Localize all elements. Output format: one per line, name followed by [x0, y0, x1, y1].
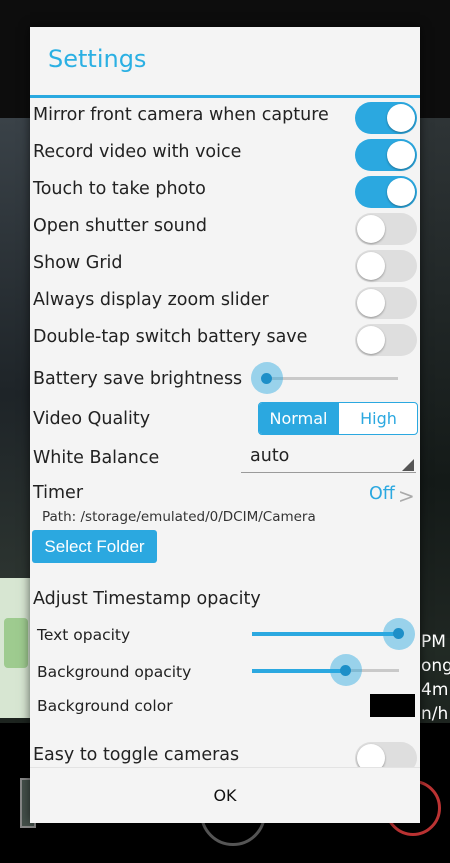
slider-thumb[interactable] — [340, 665, 351, 676]
switch-knob — [387, 178, 415, 206]
setting-record-voice: Record video with voice — [30, 136, 420, 173]
setting-label: Open shutter sound — [33, 216, 207, 236]
switch-knob — [387, 104, 415, 132]
touch-photo-switch[interactable] — [355, 176, 417, 208]
setting-label: Show Grid — [33, 253, 123, 273]
preview-tree-left — [0, 118, 30, 578]
ok-button[interactable]: OK — [180, 782, 270, 810]
dialog-footer: OK — [30, 767, 420, 823]
setting-mirror-front: Mirror front camera when capture — [30, 99, 420, 136]
overlay-line: 4m — [421, 680, 449, 700]
mirror-front-switch[interactable] — [355, 102, 417, 134]
title-divider — [30, 95, 420, 98]
timestamp-opacity-heading: Adjust Timestamp opacity — [33, 589, 261, 609]
background-color-label: Background color — [37, 697, 173, 715]
setting-touch-photo: Touch to take photo — [30, 173, 420, 210]
zoom-slider-switch[interactable] — [355, 287, 417, 319]
switch-knob — [357, 326, 385, 354]
switch-knob — [357, 252, 385, 280]
slider-thumb[interactable] — [393, 628, 404, 639]
overlay-text: PM ong 4m n/h — [420, 630, 450, 725]
switch-knob — [387, 141, 415, 169]
preview-tree-right — [420, 118, 450, 638]
text-opacity-label: Text opacity — [37, 626, 131, 644]
switch-knob — [357, 215, 385, 243]
white-balance-select[interactable]: auto — [250, 446, 289, 466]
setting-label: Easy to toggle cameras — [33, 745, 240, 765]
setting-battery-save: Double-tap switch battery save — [30, 321, 420, 358]
dialog-title: Settings — [48, 45, 147, 73]
chevron-right-icon[interactable]: > — [398, 484, 415, 508]
battery-save-switch[interactable] — [355, 324, 417, 356]
map-thumbnail — [0, 578, 30, 718]
video-quality-normal[interactable]: Normal — [259, 403, 338, 434]
select-folder-button[interactable]: Select Folder — [32, 530, 157, 563]
overlay-line: ong — [421, 656, 450, 676]
setting-label: Double-tap switch battery save — [33, 327, 308, 347]
setting-shutter-sound: Open shutter sound — [30, 210, 420, 247]
timer-label: Timer — [33, 483, 84, 503]
battery-brightness-track[interactable] — [267, 377, 398, 380]
video-quality-label: Video Quality — [33, 409, 151, 429]
video-quality-toggle: Normal High — [258, 402, 418, 435]
dropdown-caret-icon — [402, 459, 414, 471]
setting-show-grid: Show Grid — [30, 247, 420, 284]
overlay-line: n/h — [421, 704, 449, 724]
slider-thumb[interactable] — [261, 373, 272, 384]
show-grid-switch[interactable] — [355, 250, 417, 282]
record-voice-switch[interactable] — [355, 139, 417, 171]
switch-knob — [357, 289, 385, 317]
background-color-swatch[interactable] — [370, 694, 415, 717]
battery-brightness-label: Battery save brightness — [33, 369, 243, 389]
background-opacity-label: Background opacity — [37, 663, 192, 681]
shutter-sound-switch[interactable] — [355, 213, 417, 245]
timer-value[interactable]: Off — [369, 484, 395, 504]
overlay-line: PM — [421, 632, 446, 652]
video-quality-high[interactable]: High — [338, 403, 417, 434]
setting-zoom-slider: Always display zoom slider — [30, 284, 420, 321]
save-path: Path: /storage/emulated/0/DCIM/Camera — [42, 509, 316, 525]
setting-label: Record video with voice — [33, 142, 242, 162]
text-opacity-track[interactable] — [252, 632, 399, 636]
settings-dialog: Settings Mirror front camera when captur… — [30, 27, 420, 823]
setting-label: Always display zoom slider — [33, 290, 269, 310]
white-balance-label: White Balance — [33, 448, 160, 468]
setting-label: Touch to take photo — [33, 179, 206, 199]
setting-label: Mirror front camera when capture — [33, 105, 329, 125]
white-balance-underline — [241, 472, 416, 473]
